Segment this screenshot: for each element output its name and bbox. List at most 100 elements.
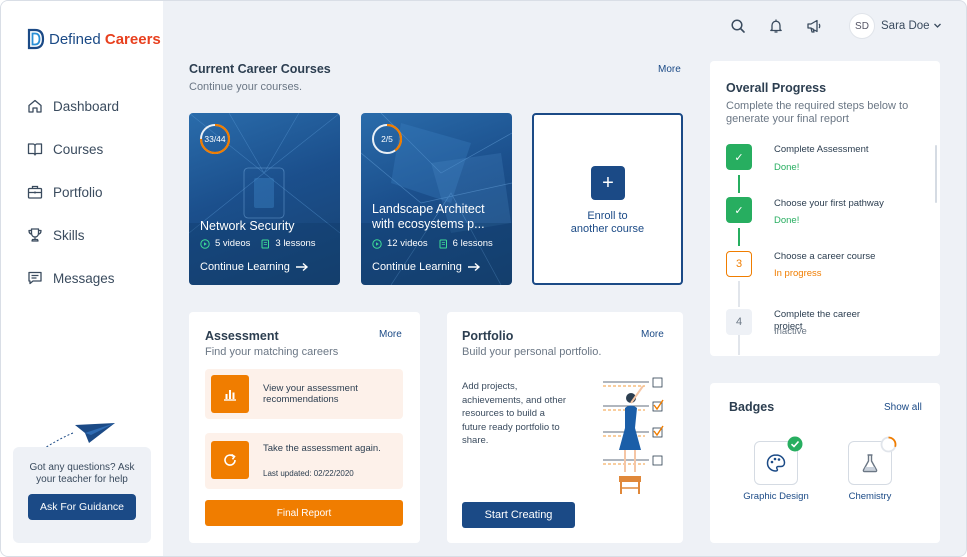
- assessment-title: Assessment: [205, 329, 279, 343]
- view-assessment-recommendations-item[interactable]: View your assessment recommendations: [205, 369, 403, 419]
- briefcase-icon: [27, 185, 43, 199]
- brand-prefix: Defined: [49, 30, 101, 48]
- course-card-landscape-architect[interactable]: 2/5 Landscape Architect with ecosystems …: [361, 113, 512, 285]
- badges-title: Badges: [729, 400, 775, 414]
- sidebar-item-messages[interactable]: Messages: [27, 270, 115, 286]
- step-4-status: Inactive: [774, 326, 807, 337]
- bar-chart-icon: [224, 390, 236, 401]
- plus-icon: +: [591, 166, 625, 200]
- play-circle-icon: [200, 238, 210, 249]
- assessment-item-label: Take the assessment again.: [263, 443, 381, 454]
- portfolio-panel: Portfolio Build your personal portfolio.…: [447, 312, 683, 543]
- portfolio-more-link[interactable]: More: [641, 329, 664, 340]
- brand-suffix: Careers: [104, 30, 161, 48]
- progress-scrollbar[interactable]: [935, 145, 937, 203]
- retake-assessment-item[interactable]: Take the assessment again. Last updated:…: [205, 433, 403, 489]
- continue-learning-link[interactable]: Continue Learning: [372, 261, 481, 273]
- user-name[interactable]: Sara Doe: [881, 20, 930, 32]
- sidebar: Defined Careers Dashboard Courses Portfo…: [1, 1, 163, 556]
- step-connector: [738, 228, 740, 246]
- course-title: Network Security: [200, 219, 295, 233]
- courses-more-link[interactable]: More: [658, 64, 681, 75]
- sidebar-item-label: Dashboard: [53, 98, 120, 114]
- avatar[interactable]: SD: [849, 13, 875, 39]
- step-3-marker: 3: [726, 251, 752, 277]
- refresh-icon: [224, 453, 236, 466]
- overall-progress-panel: Overall Progress Complete the required s…: [710, 61, 940, 356]
- step-1-done-check-icon: ✓: [726, 144, 752, 170]
- assess-icon-box: [211, 441, 249, 479]
- progress-title: Overall Progress: [726, 81, 827, 95]
- assess-icon-box: [211, 375, 249, 413]
- help-box: Got any questions? Ask your teacher for …: [13, 447, 151, 543]
- step-1-title: Complete Assessment: [774, 144, 869, 155]
- arrow-right-icon: [467, 262, 480, 272]
- assessment-item-label: View your assessment recommendations: [263, 383, 358, 405]
- enroll-line-1: Enroll to: [587, 210, 628, 222]
- sidebar-item-label: Messages: [53, 270, 115, 286]
- step-4-marker: 4: [726, 309, 752, 335]
- step-2-done-check-icon: ✓: [726, 197, 752, 223]
- assessment-panel: Assessment Find your matching careers Mo…: [189, 312, 420, 543]
- course-videos: 12 videos: [387, 238, 428, 249]
- step-connector: [738, 281, 740, 307]
- badge-label: Chemistry: [848, 491, 892, 502]
- course-title: Landscape Architect with ecosystems p...: [372, 202, 485, 231]
- sidebar-item-label: Courses: [53, 141, 104, 157]
- ask-for-guidance-button[interactable]: Ask For Guidance: [28, 494, 136, 520]
- step-1-status: Done!: [774, 162, 800, 173]
- enroll-line-2: another course: [570, 223, 645, 235]
- final-report-button[interactable]: Final Report: [205, 500, 403, 526]
- app-window: Defined Careers Dashboard Courses Portfo…: [0, 0, 967, 557]
- sidebar-item-courses[interactable]: Courses: [27, 141, 103, 157]
- continue-learning-link[interactable]: Continue Learning: [200, 261, 309, 273]
- step-2-status: Done!: [774, 215, 800, 226]
- course-meta: 12 videos 6 lessons: [372, 238, 493, 249]
- assessment-subtitle: Find your matching careers: [205, 346, 339, 358]
- search-icon[interactable]: [730, 18, 746, 34]
- play-circle-icon: [372, 238, 382, 249]
- progress-subtitle: Complete the required steps below to gen…: [726, 100, 909, 125]
- badges-panel: Badges Show all Graphic Design Chemistry: [710, 383, 940, 543]
- step-2-title: Choose your first pathway: [774, 198, 884, 209]
- course-meta: 5 videos 3 lessons: [200, 238, 316, 249]
- course-lessons: 3 lessons: [275, 238, 316, 249]
- help-text: Got any questions? Ask your teacher for …: [29, 462, 135, 485]
- portfolio-title: Portfolio: [462, 329, 514, 343]
- logo-text: Defined Careers: [49, 31, 161, 48]
- palette-icon: [766, 454, 786, 472]
- badges-show-all-link[interactable]: Show all: [884, 402, 922, 413]
- lesson-book-icon: [261, 239, 270, 248]
- continue-label: Continue Learning: [372, 261, 462, 273]
- portfolio-subtitle: Build your personal portfolio.: [462, 346, 602, 358]
- message-icon: [28, 271, 42, 285]
- chevron-down-icon[interactable]: [933, 21, 942, 30]
- assessment-more-link[interactable]: More: [379, 329, 402, 340]
- sidebar-item-label: Portfolio: [53, 184, 103, 200]
- courses-subtitle: Continue your courses.: [189, 81, 303, 93]
- logo[interactable]: Defined Careers: [27, 28, 161, 50]
- enroll-text: Enroll to another course: [534, 210, 681, 236]
- sidebar-item-portfolio[interactable]: Portfolio: [27, 184, 103, 200]
- bell-icon[interactable]: [768, 18, 784, 34]
- badge-label: Graphic Design: [743, 491, 809, 502]
- start-creating-button[interactable]: Start Creating: [462, 502, 575, 528]
- step-connector: [738, 175, 740, 193]
- flask-icon: [862, 454, 878, 473]
- megaphone-icon[interactable]: [806, 18, 822, 34]
- arrow-right-icon: [295, 262, 308, 272]
- continue-label: Continue Learning: [200, 261, 290, 273]
- step-3-status: In progress: [774, 268, 822, 279]
- course-lessons: 6 lessons: [452, 238, 493, 249]
- sidebar-item-skills[interactable]: Skills: [27, 227, 85, 243]
- logo-mark-icon: [27, 28, 45, 50]
- step-3-title: Choose a career course: [774, 251, 876, 262]
- badge-earned-check-icon: [787, 436, 803, 452]
- assessment-last-updated: Last updated: 02/22/2020: [263, 469, 354, 478]
- course-progress-text: 2/5: [381, 134, 393, 144]
- enroll-another-course-card[interactable]: + Enroll to another course: [532, 113, 683, 285]
- sidebar-item-dashboard[interactable]: Dashboard: [27, 98, 119, 114]
- trophy-icon: [28, 228, 42, 242]
- course-card-network-security[interactable]: 33/44 Network Security 5 videos 3 lesson…: [189, 113, 340, 285]
- portfolio-description: Add projects, achievements, and other re…: [462, 381, 567, 446]
